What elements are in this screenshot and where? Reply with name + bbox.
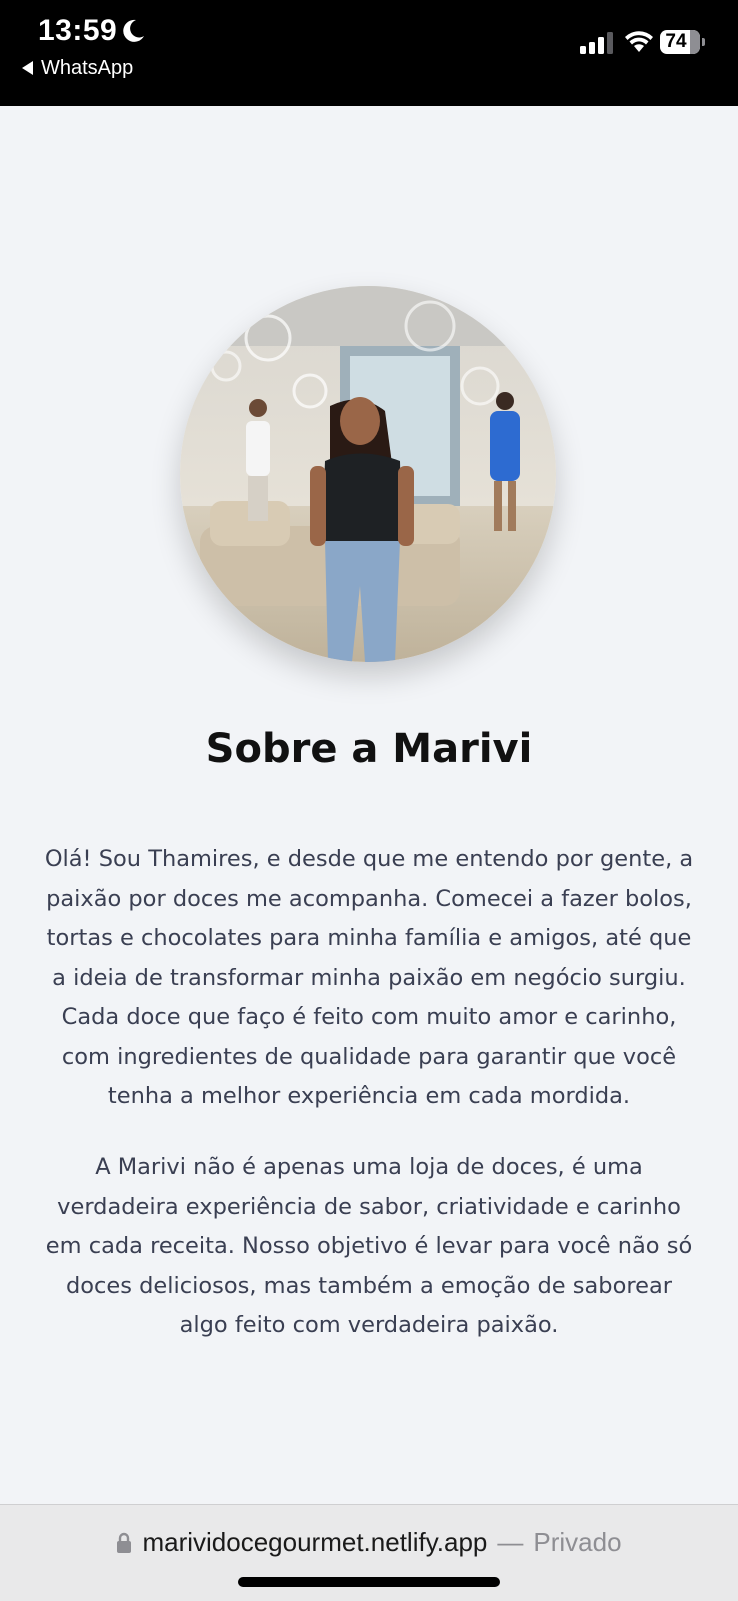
browser-address-bar[interactable]: marividocegourmet.netlify.app — Privado (0, 1504, 738, 1601)
back-arrow-icon (22, 61, 33, 75)
back-to-app-button[interactable]: WhatsApp (22, 56, 133, 80)
lock-icon (117, 1532, 132, 1553)
status-time: 13:59 (38, 14, 118, 47)
url-display[interactable]: marividocegourmet.netlify.app — Privado (0, 1527, 738, 1558)
url-text: marividocegourmet.netlify.app (142, 1527, 488, 1557)
status-bar: 13:59 WhatsApp 74 (0, 0, 738, 106)
moon-icon (123, 19, 144, 42)
home-indicator[interactable] (238, 1577, 500, 1587)
about-section: Sobre a Marivi Olá! Sou Thamires, e desd… (0, 106, 738, 1504)
wifi-icon (625, 31, 653, 52)
battery-icon: 74 (660, 30, 705, 54)
about-paragraph-1: Olá! Sou Thamires, e desde que me entend… (44, 846, 694, 1109)
private-mode-label: Privado (533, 1527, 622, 1557)
about-paragraph-2: A Marivi não é apenas uma loja de doces,… (45, 1154, 693, 1338)
section-title: Sobre a Marivi (205, 726, 533, 772)
signal-icon (580, 32, 613, 54)
profile-photo-image (180, 286, 556, 662)
url-separator: — (497, 1527, 524, 1557)
profile-photo (180, 286, 556, 662)
back-app-label: WhatsApp (41, 56, 134, 79)
battery-level: 74 (665, 31, 687, 52)
